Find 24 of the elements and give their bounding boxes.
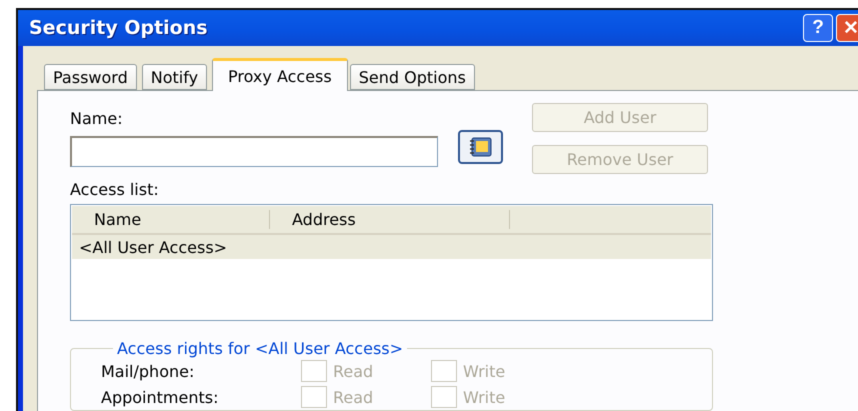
close-button[interactable]: ✕ [836, 14, 858, 42]
name-field[interactable] [70, 136, 438, 167]
column-header[interactable]: Address [270, 210, 510, 229]
tab[interactable]: Password [44, 64, 137, 90]
group-title: Access rights for <All User Access> [116, 339, 404, 358]
tab[interactable]: Notify [142, 64, 208, 90]
column-header[interactable]: Name [72, 210, 270, 229]
address-book-button[interactable] [458, 130, 503, 164]
field-label: Name: [70, 109, 124, 128]
checkbox-label: Read [333, 388, 374, 406]
window-title: Security Options [29, 17, 208, 39]
address-book-icon [468, 136, 492, 156]
checkbox-label: Write [463, 388, 506, 406]
row-label: Mail/phone: [101, 362, 196, 380]
list-row[interactable]: <All User Access> [72, 235, 711, 259]
table-cell-text: <All User Access> [79, 238, 228, 256]
tab[interactable]: Send Options [350, 64, 475, 90]
help-button[interactable]: ? [803, 14, 833, 42]
tab[interactable]: Proxy Access [212, 58, 348, 91]
row-label: Appointments: [101, 388, 220, 406]
list-label: Access list: [70, 180, 160, 199]
checkbox-label: Read [333, 362, 374, 380]
checkbox-label: Write [463, 362, 506, 380]
access-list[interactable]: Name Address <All User Access> [70, 204, 713, 321]
